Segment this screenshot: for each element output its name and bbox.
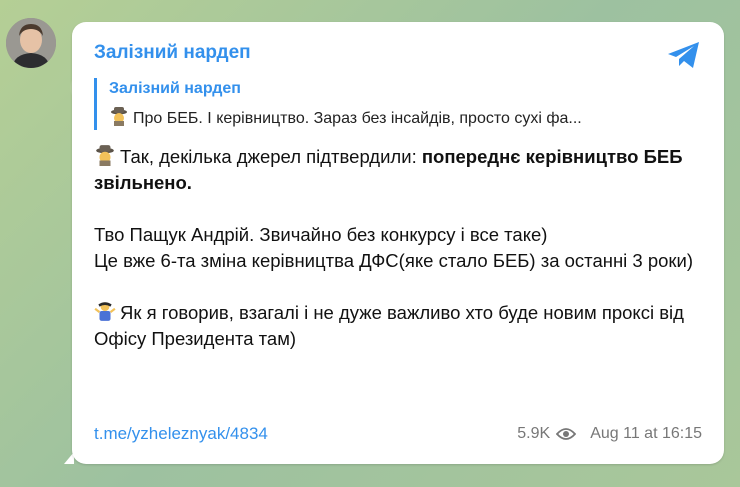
detective-emoji <box>96 145 114 166</box>
message-meta: 5.9K Aug 11 at 16:15 <box>517 425 702 443</box>
message-text-normal: Так, декілька джерел підтвердили: <box>120 146 422 167</box>
timestamp: Aug 11 at 16:15 <box>590 425 702 442</box>
reply-excerpt-row: Про БЕБ. І керівництво. Зараз без інсайд… <box>109 106 702 128</box>
message-card: Залізний нардеп Залізний нардеп Про БЕБ.… <box>72 22 724 464</box>
reply-quote[interactable]: Залізний нардеп Про БЕБ. І керівництво. … <box>94 78 702 130</box>
eye-icon <box>556 428 577 440</box>
message-body: Так, декілька джерел підтвердили: попере… <box>94 144 704 352</box>
reply-author: Залізний нардеп <box>109 80 241 97</box>
view-count: 5.9K <box>517 425 551 442</box>
message-paragraph-2: Тво Пащук Андрій. Звичайно без конкурсу … <box>94 224 548 245</box>
avatar-image <box>6 18 56 68</box>
message-footer: t.me/yzheleznyak/4834 5.9K Aug 11 at 16:… <box>94 424 702 448</box>
shrug-emoji <box>94 302 116 321</box>
message-paragraph-3: Це вже 6-та зміна керівництва ДФС(яке ст… <box>94 250 694 271</box>
channel-title[interactable]: Залізний нардеп <box>94 42 251 64</box>
reply-excerpt: Про БЕБ. І керівництво. Зараз без інсайд… <box>133 110 582 127</box>
message-paragraph-4: Як я говорив, взагалі і не дуже важливо … <box>94 300 704 352</box>
message-text-shrug: Як я говорив, взагалі і не дуже важливо … <box>94 302 684 349</box>
post-link[interactable]: t.me/yzheleznyak/4834 <box>94 424 268 444</box>
telegram-share-icon[interactable] <box>666 40 702 70</box>
avatar[interactable] <box>6 18 56 68</box>
message-paragraph-1: Так, декілька джерел підтвердили: попере… <box>94 144 704 196</box>
detective-emoji <box>111 107 127 126</box>
